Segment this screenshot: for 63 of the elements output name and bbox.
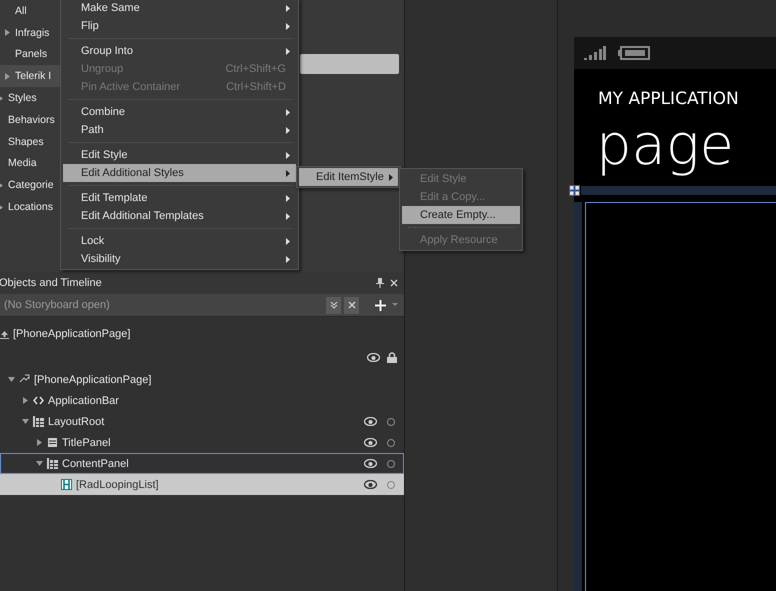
asset-category[interactable]: Styles bbox=[0, 87, 60, 109]
menu-item[interactable]: Edit Style bbox=[63, 146, 296, 164]
asset-category[interactable]: Media bbox=[0, 152, 60, 174]
asset-item[interactable]: All bbox=[0, 0, 60, 22]
tree-row[interactable]: TitlePanel bbox=[0, 432, 404, 453]
menu-item[interactable]: Flip bbox=[63, 17, 296, 35]
add-icon[interactable] bbox=[375, 300, 386, 310]
asset-item[interactable]: Infragis bbox=[0, 22, 60, 44]
list-icon bbox=[61, 479, 72, 490]
tree-row[interactable]: LayoutRoot bbox=[0, 411, 404, 432]
menu-item[interactable]: Edit Additional Styles bbox=[63, 164, 296, 182]
collapse-arrow-icon[interactable] bbox=[22, 418, 29, 425]
dropdown-icon[interactable] bbox=[392, 303, 398, 307]
expand-arrow-icon[interactable] bbox=[4, 29, 11, 36]
battery-icon bbox=[618, 46, 650, 60]
up-arrow-icon[interactable] bbox=[0, 330, 9, 338]
grid-icon bbox=[47, 458, 58, 469]
menu-item[interactable]: Edit Template bbox=[63, 189, 296, 207]
search-field[interactable] bbox=[300, 54, 399, 74]
asset-item[interactable]: Panels bbox=[0, 44, 60, 66]
scope-label: [PhoneApplicationPage] bbox=[13, 328, 130, 340]
lock-toggle[interactable] bbox=[387, 438, 395, 446]
eye-icon[interactable] bbox=[364, 480, 377, 489]
double-chevron-icon bbox=[328, 300, 338, 310]
code-icon bbox=[33, 395, 44, 406]
tree-row[interactable]: [RadLoopingList] bbox=[0, 474, 404, 495]
menu-item[interactable]: Create Empty... bbox=[402, 206, 520, 224]
asset-category[interactable]: Behaviors bbox=[0, 108, 60, 131]
close-storyboard-button[interactable] bbox=[344, 296, 359, 314]
collapse-arrow-icon[interactable] bbox=[36, 460, 43, 467]
menu-item[interactable]: Edit Additional Templates bbox=[63, 207, 296, 225]
menu-item[interactable]: Edit ItemStyle bbox=[299, 168, 398, 186]
pin-icon[interactable] bbox=[376, 278, 384, 288]
page-title: page bbox=[596, 113, 735, 179]
menu-item[interactable]: Group Into bbox=[63, 42, 296, 60]
collapse-arrow-icon[interactable] bbox=[8, 376, 15, 383]
tree-row[interactable]: [PhoneApplicationPage] bbox=[0, 369, 404, 390]
grid-icon bbox=[33, 416, 44, 427]
expand-arrow-icon[interactable] bbox=[36, 439, 43, 446]
menu-item[interactable]: Combine bbox=[63, 103, 296, 121]
asset-category[interactable]: Categorie bbox=[0, 174, 60, 196]
menu-item[interactable]: Make Same bbox=[63, 0, 296, 17]
app-title: MY APPLICATION bbox=[598, 89, 740, 109]
expand-arrow-icon[interactable] bbox=[4, 72, 11, 80]
panel-icon bbox=[47, 437, 58, 448]
close-icon bbox=[346, 300, 356, 310]
asset-category[interactable]: Locations bbox=[0, 196, 60, 218]
lock-icon[interactable] bbox=[387, 352, 397, 362]
asset-category[interactable]: Shapes bbox=[0, 130, 60, 153]
menu-item[interactable]: Lock bbox=[63, 232, 296, 250]
expand-arrow-icon[interactable] bbox=[22, 397, 29, 404]
close-icon[interactable] bbox=[390, 279, 398, 287]
lock-toggle[interactable] bbox=[387, 480, 395, 488]
signal-icon bbox=[584, 46, 606, 60]
tree-row[interactable]: ApplicationBar bbox=[0, 390, 404, 411]
lock-toggle[interactable] bbox=[387, 418, 395, 426]
menu-item[interactable]: Visibility bbox=[63, 250, 296, 268]
menu-item[interactable]: Path bbox=[63, 121, 296, 139]
tree-row[interactable]: ContentPanel bbox=[0, 453, 404, 474]
grid-adorner-icon[interactable] bbox=[569, 185, 580, 196]
asset-item[interactable]: Telerik I bbox=[0, 65, 60, 88]
expand-button[interactable] bbox=[326, 296, 341, 314]
lock-toggle[interactable] bbox=[387, 460, 395, 468]
